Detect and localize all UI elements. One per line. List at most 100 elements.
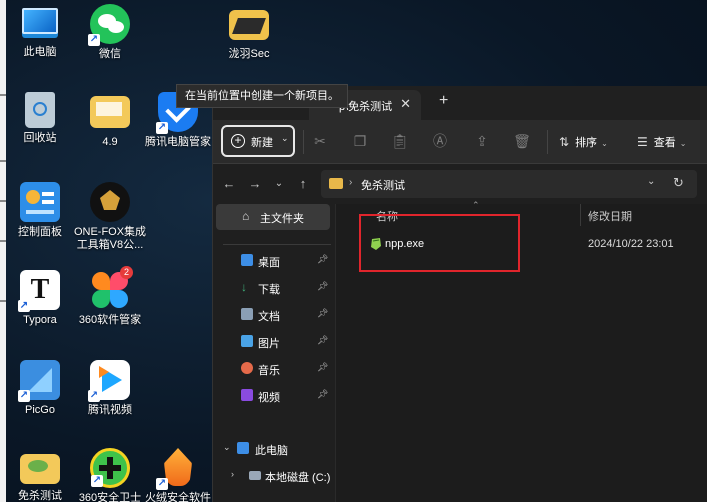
new-button-label: 新建 <box>251 137 273 149</box>
close-tab-icon[interactable]: ✕ <box>400 96 411 112</box>
paste-icon[interactable]: 📋︎ <box>391 132 409 150</box>
desktop-icon-wechat[interactable]: ↗ 微信 <box>72 4 148 61</box>
new-item-tooltip: 在当前位置中创建一个新项目。 <box>176 84 348 108</box>
desktop-icon-huorong[interactable]: ↗ 火绒安全软件 <box>140 448 216 502</box>
sidebar-item-label: 桌面 <box>258 257 280 269</box>
new-tab-icon[interactable]: + <box>439 92 448 110</box>
typora-icon: T ↗ <box>18 270 60 312</box>
desktop-icon-label: ONE-FOX集成工具箱V8公... <box>73 226 147 251</box>
folder-icon <box>20 454 60 484</box>
desktop-icon-label: 4.9 <box>102 136 118 148</box>
desktop-icon-mianshaceshi[interactable]: 免杀测试 <box>2 448 78 502</box>
home-icon: ⌂ <box>242 209 250 223</box>
sidebar-item-music[interactable]: 音乐 📌︎ <box>213 358 335 380</box>
pin-icon[interactable]: 📌︎ <box>317 335 328 346</box>
copy-icon[interactable]: ❐ <box>351 132 369 150</box>
sidebar-item-label: 主文件夹 <box>260 213 304 225</box>
share-icon[interactable]: ⇪ <box>473 132 491 150</box>
column-divider[interactable] <box>580 204 581 226</box>
sidebar-item-home[interactable]: ⌂ 主文件夹 <box>216 204 330 230</box>
sidebar-divider <box>223 244 331 245</box>
play-icon: ↗ <box>88 360 130 402</box>
monitor-icon <box>237 442 249 454</box>
picgo-icon: ↗ <box>18 360 60 402</box>
sidebar-item-label: 文档 <box>258 311 280 323</box>
chevron-down-icon[interactable]: ⌄ <box>223 442 231 453</box>
new-button[interactable]: + 新建 ⌄ <box>221 125 295 157</box>
sidebar-item-label: 视频 <box>258 392 280 404</box>
pin-icon[interactable]: 📌︎ <box>317 308 328 319</box>
pin-icon[interactable]: 📌︎ <box>317 254 328 265</box>
toolbar-divider <box>303 130 304 154</box>
chevron-down-icon: ⌄ <box>601 139 608 148</box>
view-label: 查看 <box>653 137 676 149</box>
address-bar[interactable]: › 免杀测试 ⌄ ↻ <box>321 170 697 198</box>
desktop-icon-control-panel[interactable]: 控制面板 <box>2 182 78 239</box>
view-button[interactable]: ☰ 查看 ⌄ <box>637 134 686 150</box>
forward-arrow-icon[interactable]: → <box>247 176 263 191</box>
back-arrow-icon[interactable]: ← <box>221 176 237 191</box>
desktop-icon-360-guard[interactable]: ↗ 360安全卫士 <box>72 448 148 502</box>
desktop-icon-label: 免杀测试 <box>18 490 62 502</box>
desktop-icon-label: 火绒安全软件 <box>145 492 211 502</box>
sidebar-item-desktop[interactable]: 桌面 📌︎ <box>213 250 335 272</box>
sidebar-item-videos[interactable]: 视频 📌︎ <box>213 385 335 407</box>
desktop-icon-typora[interactable]: T ↗ Typora <box>2 270 78 327</box>
desktop-icon-this-pc[interactable]: 此电脑 <box>2 4 78 59</box>
highlight-box <box>359 214 520 272</box>
chevron-down-icon[interactable]: ⌄ <box>647 176 655 187</box>
folder-icon <box>90 96 130 128</box>
sort-button[interactable]: ⇅ 排序 ⌄ <box>559 134 608 150</box>
video-icon <box>241 389 253 401</box>
command-bar: + 新建 ⌄ ✂ ❐ 📋︎ Ⓐ ⇪ 🗑︎ ⇅ 排序 ⌄ ☰ 查看 ⌄ <box>213 120 707 164</box>
pin-icon[interactable]: 📌︎ <box>317 362 328 373</box>
sort-caret-icon: ⌃ <box>472 200 480 210</box>
breadcrumb-path[interactable]: 免杀测试 <box>361 177 405 193</box>
up-arrow-icon[interactable]: ↑ <box>295 176 311 191</box>
desktop-icon-label: 回收站 <box>23 132 57 144</box>
desktop-icon-label: 360软件管家 <box>78 314 142 326</box>
pin-icon[interactable]: 📌︎ <box>317 389 328 400</box>
picture-icon <box>241 335 253 347</box>
desktop-icon-tencent-video[interactable]: ↗ 腾讯视频 <box>72 360 148 417</box>
flame-icon: ↗ <box>156 448 198 490</box>
folder-icon <box>229 10 269 40</box>
pin-icon[interactable]: 📌︎ <box>317 281 328 292</box>
desktop-icon <box>241 254 253 266</box>
desktop-icon-label: 微信 <box>99 48 121 60</box>
desktop-icon-folder-4-9[interactable]: 4.9 <box>72 92 148 149</box>
plus-shield-icon: ↗ <box>90 448 130 488</box>
desktop-icon-longyu-sec[interactable]: 泷羽Sec <box>211 4 287 61</box>
desktop-icon-360-software[interactable]: 2 360软件管家 <box>72 266 148 327</box>
file-explorer-window: p\免杀测试 ✕ + + 新建 ⌄ ✂ ❐ 📋︎ Ⓐ ⇪ 🗑︎ ⇅ 排序 ⌄ ☰ 查看… <box>212 86 707 502</box>
download-icon: ↓ <box>241 280 247 294</box>
toolbar-divider <box>547 130 548 154</box>
cut-icon[interactable]: ✂ <box>311 132 329 150</box>
sidebar-item-local-disk-c[interactable]: › 本地磁盘 (C:) <box>213 465 335 487</box>
chevron-down-icon[interactable]: ⌄ <box>271 178 287 189</box>
recycle-bin-icon <box>25 92 55 128</box>
sidebar-item-pictures[interactable]: 图片 📌︎ <box>213 331 335 353</box>
desktop-icon-picgo[interactable]: ↗ PicGo <box>2 360 78 417</box>
wechat-icon: ↗ <box>88 4 130 46</box>
delete-icon[interactable]: 🗑︎ <box>513 132 531 150</box>
desktop-icon-recycle-bin[interactable]: 回收站 <box>2 92 78 145</box>
plus-circle-icon: + <box>231 134 245 148</box>
view-icon: ☰ <box>637 135 648 149</box>
desktop-icon-one-fox[interactable]: ONE-FOX集成工具箱V8公... <box>72 182 148 252</box>
document-icon <box>241 308 253 320</box>
rename-icon[interactable]: Ⓐ <box>431 132 449 150</box>
sort-label: 排序 <box>575 137 598 149</box>
sidebar-item-documents[interactable]: 文档 📌︎ <box>213 304 335 326</box>
sidebar-item-this-pc[interactable]: ⌄ 此电脑 <box>213 438 335 460</box>
chevron-right-icon[interactable]: › <box>231 469 234 479</box>
fox-icon <box>90 182 130 222</box>
breadcrumb-chevron-icon: › <box>349 177 353 188</box>
desktop-icon-label: 泷羽Sec <box>228 48 270 60</box>
sidebar-item-downloads[interactable]: ↓ 下载 📌︎ <box>213 277 335 299</box>
column-header-date[interactable]: 修改日期 <box>588 208 632 224</box>
desktop-icon-label: 此电脑 <box>23 46 57 58</box>
music-icon <box>241 362 253 374</box>
sidebar-item-label: 音乐 <box>258 365 280 377</box>
refresh-icon[interactable]: ↻ <box>673 175 684 191</box>
